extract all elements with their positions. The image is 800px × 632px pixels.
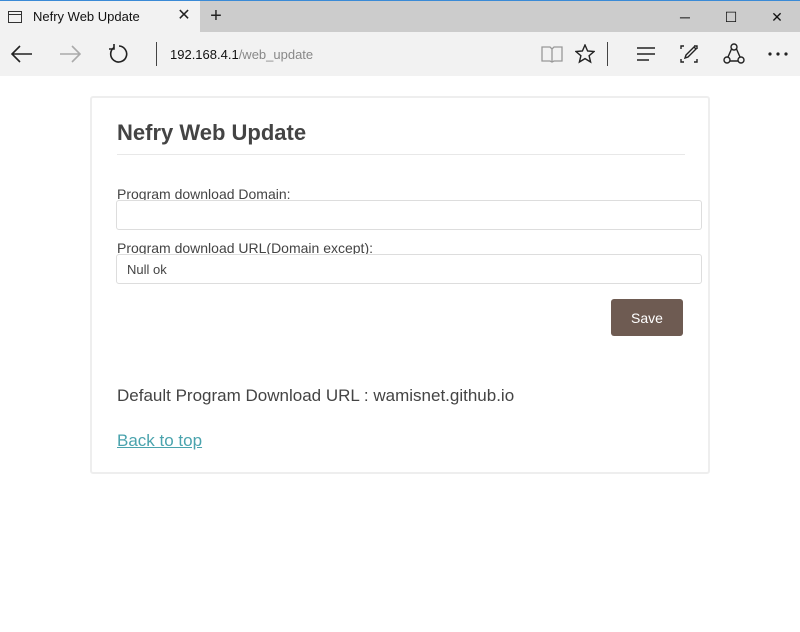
minimize-button[interactable]: ─: [662, 1, 708, 33]
url-host: 192.168.4.1: [170, 47, 239, 62]
default-url-text: Default Program Download URL : wamisnet.…: [117, 386, 515, 405]
forward-arrow-icon[interactable]: [54, 38, 86, 70]
star-icon[interactable]: [569, 38, 601, 70]
page-title: Nefry Web Update: [117, 120, 307, 145]
more-icon[interactable]: [762, 38, 794, 70]
tab-close-icon[interactable]: ✕: [175, 7, 193, 25]
save-button[interactable]: Save: [611, 299, 683, 336]
navigation-bar: 192.168.4.1/web_update: [0, 32, 800, 76]
share-icon[interactable]: [718, 38, 750, 70]
title-divider: [117, 154, 685, 155]
title-bar: Nefry Web Update ✕ + ─ ☐ ✕: [0, 0, 800, 33]
book-icon[interactable]: [536, 38, 568, 70]
domain-input[interactable]: [116, 200, 702, 230]
back-arrow-icon[interactable]: [6, 38, 38, 70]
pen-icon[interactable]: [673, 38, 705, 70]
maximize-button[interactable]: ☐: [708, 1, 754, 33]
page-icon: [8, 11, 22, 23]
tab-title: Nefry Web Update: [33, 9, 140, 24]
update-form-card: Nefry Web Update Program download Domain…: [90, 96, 710, 474]
toolbar-divider: [607, 42, 608, 66]
hub-icon[interactable]: [630, 38, 662, 70]
url-input[interactable]: [116, 254, 702, 284]
window-close-button[interactable]: ✕: [754, 1, 800, 33]
url-path: /web_update: [238, 47, 314, 62]
back-to-top-link[interactable]: Back to top: [117, 431, 202, 451]
new-tab-button[interactable]: +: [206, 6, 226, 26]
browser-tab[interactable]: Nefry Web Update ✕: [0, 1, 200, 33]
refresh-icon[interactable]: [102, 38, 134, 70]
address-divider: [156, 42, 157, 66]
address-field[interactable]: 192.168.4.1/web_update: [170, 47, 313, 62]
